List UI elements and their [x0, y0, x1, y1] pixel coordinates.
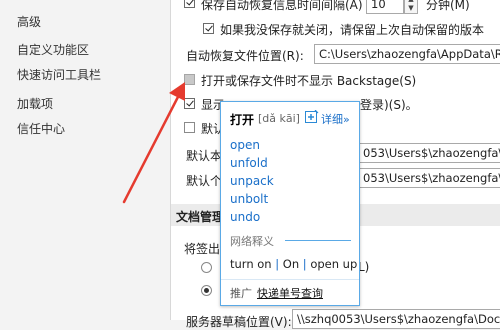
web-definition-values: turn on | On | open up	[230, 257, 357, 271]
web-value-separator: |	[302, 257, 307, 271]
suggestion-link[interactable]: undo	[230, 210, 260, 224]
dictionary-popup: 打开 [dǎ kāi] 详细» open unfold unpack unbol…	[220, 101, 360, 306]
promo-link[interactable]: 快递单号查询	[257, 285, 323, 301]
web-value[interactable]: On	[283, 257, 299, 271]
popup-detail-link[interactable]: 详细»	[321, 111, 350, 127]
popup-divider	[221, 279, 359, 280]
suggestion-link[interactable]: unpack	[230, 174, 274, 188]
web-value[interactable]: open up	[310, 257, 357, 271]
web-value[interactable]: turn on	[230, 257, 272, 271]
web-definition-divider	[285, 240, 351, 241]
suggestion-link[interactable]: unfold	[230, 156, 268, 170]
popup-pronunciation: [dǎ kāi]	[258, 112, 300, 125]
web-definition-title: 网络释义	[230, 235, 274, 248]
suggestion-link[interactable]: open	[230, 138, 260, 152]
add-to-wordbook-icon[interactable]	[305, 110, 319, 123]
promo-label: 推广	[230, 287, 252, 300]
popup-word: 打开	[230, 113, 255, 127]
web-value-separator: |	[275, 257, 280, 271]
suggestion-link[interactable]: unbolt	[230, 192, 268, 206]
